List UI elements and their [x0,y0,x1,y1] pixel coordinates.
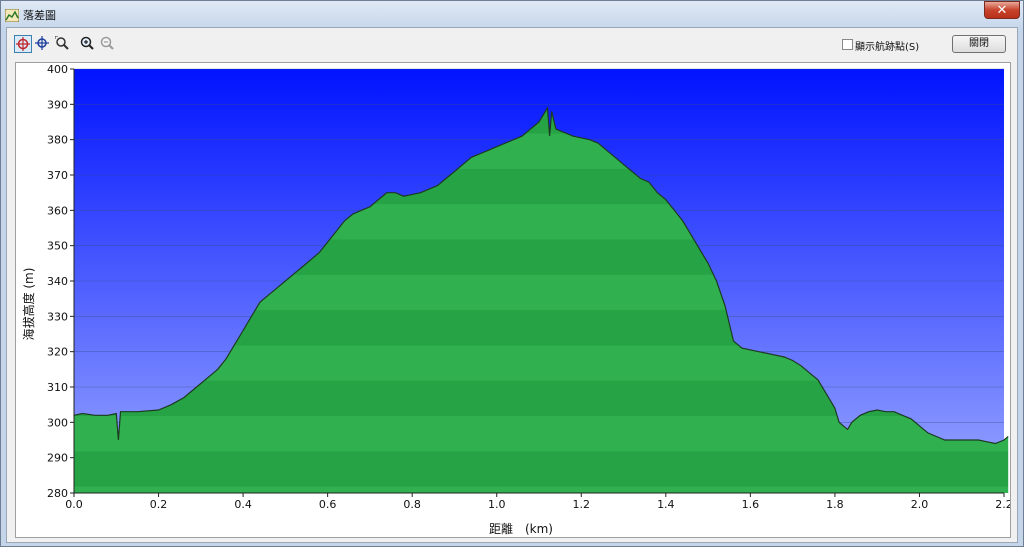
window-client-area: 顯示航跡點(S) 關閉 0.0 0.2 0.4 0.6 0.8 1.0 1.2 … [6,27,1018,543]
show-trackpoints-label: 顯示航跡點(S) [855,42,920,53]
y-tick-label: 310 [47,381,68,394]
x-tick-label: 0.2 [150,498,168,511]
y-tick-label: 320 [47,346,68,359]
crosshair-select-icon[interactable] [14,35,32,53]
y-tick-label: 300 [47,416,68,429]
x-tick-label: 1.0 [488,498,506,511]
x-tick-label: 0.8 [403,498,421,511]
x-tick-label: 0.6 [319,498,337,511]
x-tick-label: 0.4 [234,498,252,511]
y-tick-label: 380 [47,134,68,147]
y-tick-label: 340 [47,275,68,288]
window-title: 落差圖 [23,9,56,22]
window-close-button[interactable]: ✕ [984,1,1020,19]
y-tick-label: 330 [47,310,68,323]
y-tick-label: 350 [47,240,68,253]
close-icon: ✕ [996,3,1008,18]
x-tick-label: 1.2 [573,498,591,511]
x-tick-label: 1.8 [826,498,844,511]
y-tick-label: 280 [47,487,68,500]
zoom-out-icon[interactable] [99,35,117,53]
x-tick-label: 2.2 [995,498,1010,511]
y-tick-label: 360 [47,204,68,217]
y-tick-label: 370 [47,169,68,182]
elevation-chart[interactable]: 0.0 0.2 0.4 0.6 0.8 1.0 1.2 1.4 1.6 1.8 2.0 2.2 400… [16,63,1013,537]
x-tick-label: 1.6 [742,498,760,511]
x-tick-label: 2.0 [911,498,929,511]
show-trackpoints-checkbox[interactable] [842,39,853,50]
toolbar: 顯示航跡點(S) 關閉 [7,28,1017,60]
chart-panel: 0.0 0.2 0.4 0.6 0.8 1.0 1.2 1.4 1.6 1.8 2.0 2.2 400… [15,62,1013,538]
zoom-area-icon[interactable] [54,35,72,53]
title-bar[interactable]: 落差圖 ✕ [1,1,1023,27]
zoom-in-icon[interactable] [79,35,97,53]
elevation-profile-window: 落差圖 ✕ 顯示航跡點(S) 關閉 0.0 0.2 0.4 0.6 0.8 1.… [0,0,1024,547]
y-axis-label: 海拔高度 (m) [21,268,36,341]
x-axis-label: 距離 (km) [489,522,553,536]
y-tick-label: 400 [47,63,68,76]
app-icon [4,7,20,23]
y-tick-label: 290 [47,452,68,465]
x-tick-label: 1.4 [657,498,675,511]
y-tick-label: 390 [47,98,68,111]
crosshair-icon[interactable] [34,35,52,53]
close-button[interactable]: 關閉 [952,35,1006,53]
